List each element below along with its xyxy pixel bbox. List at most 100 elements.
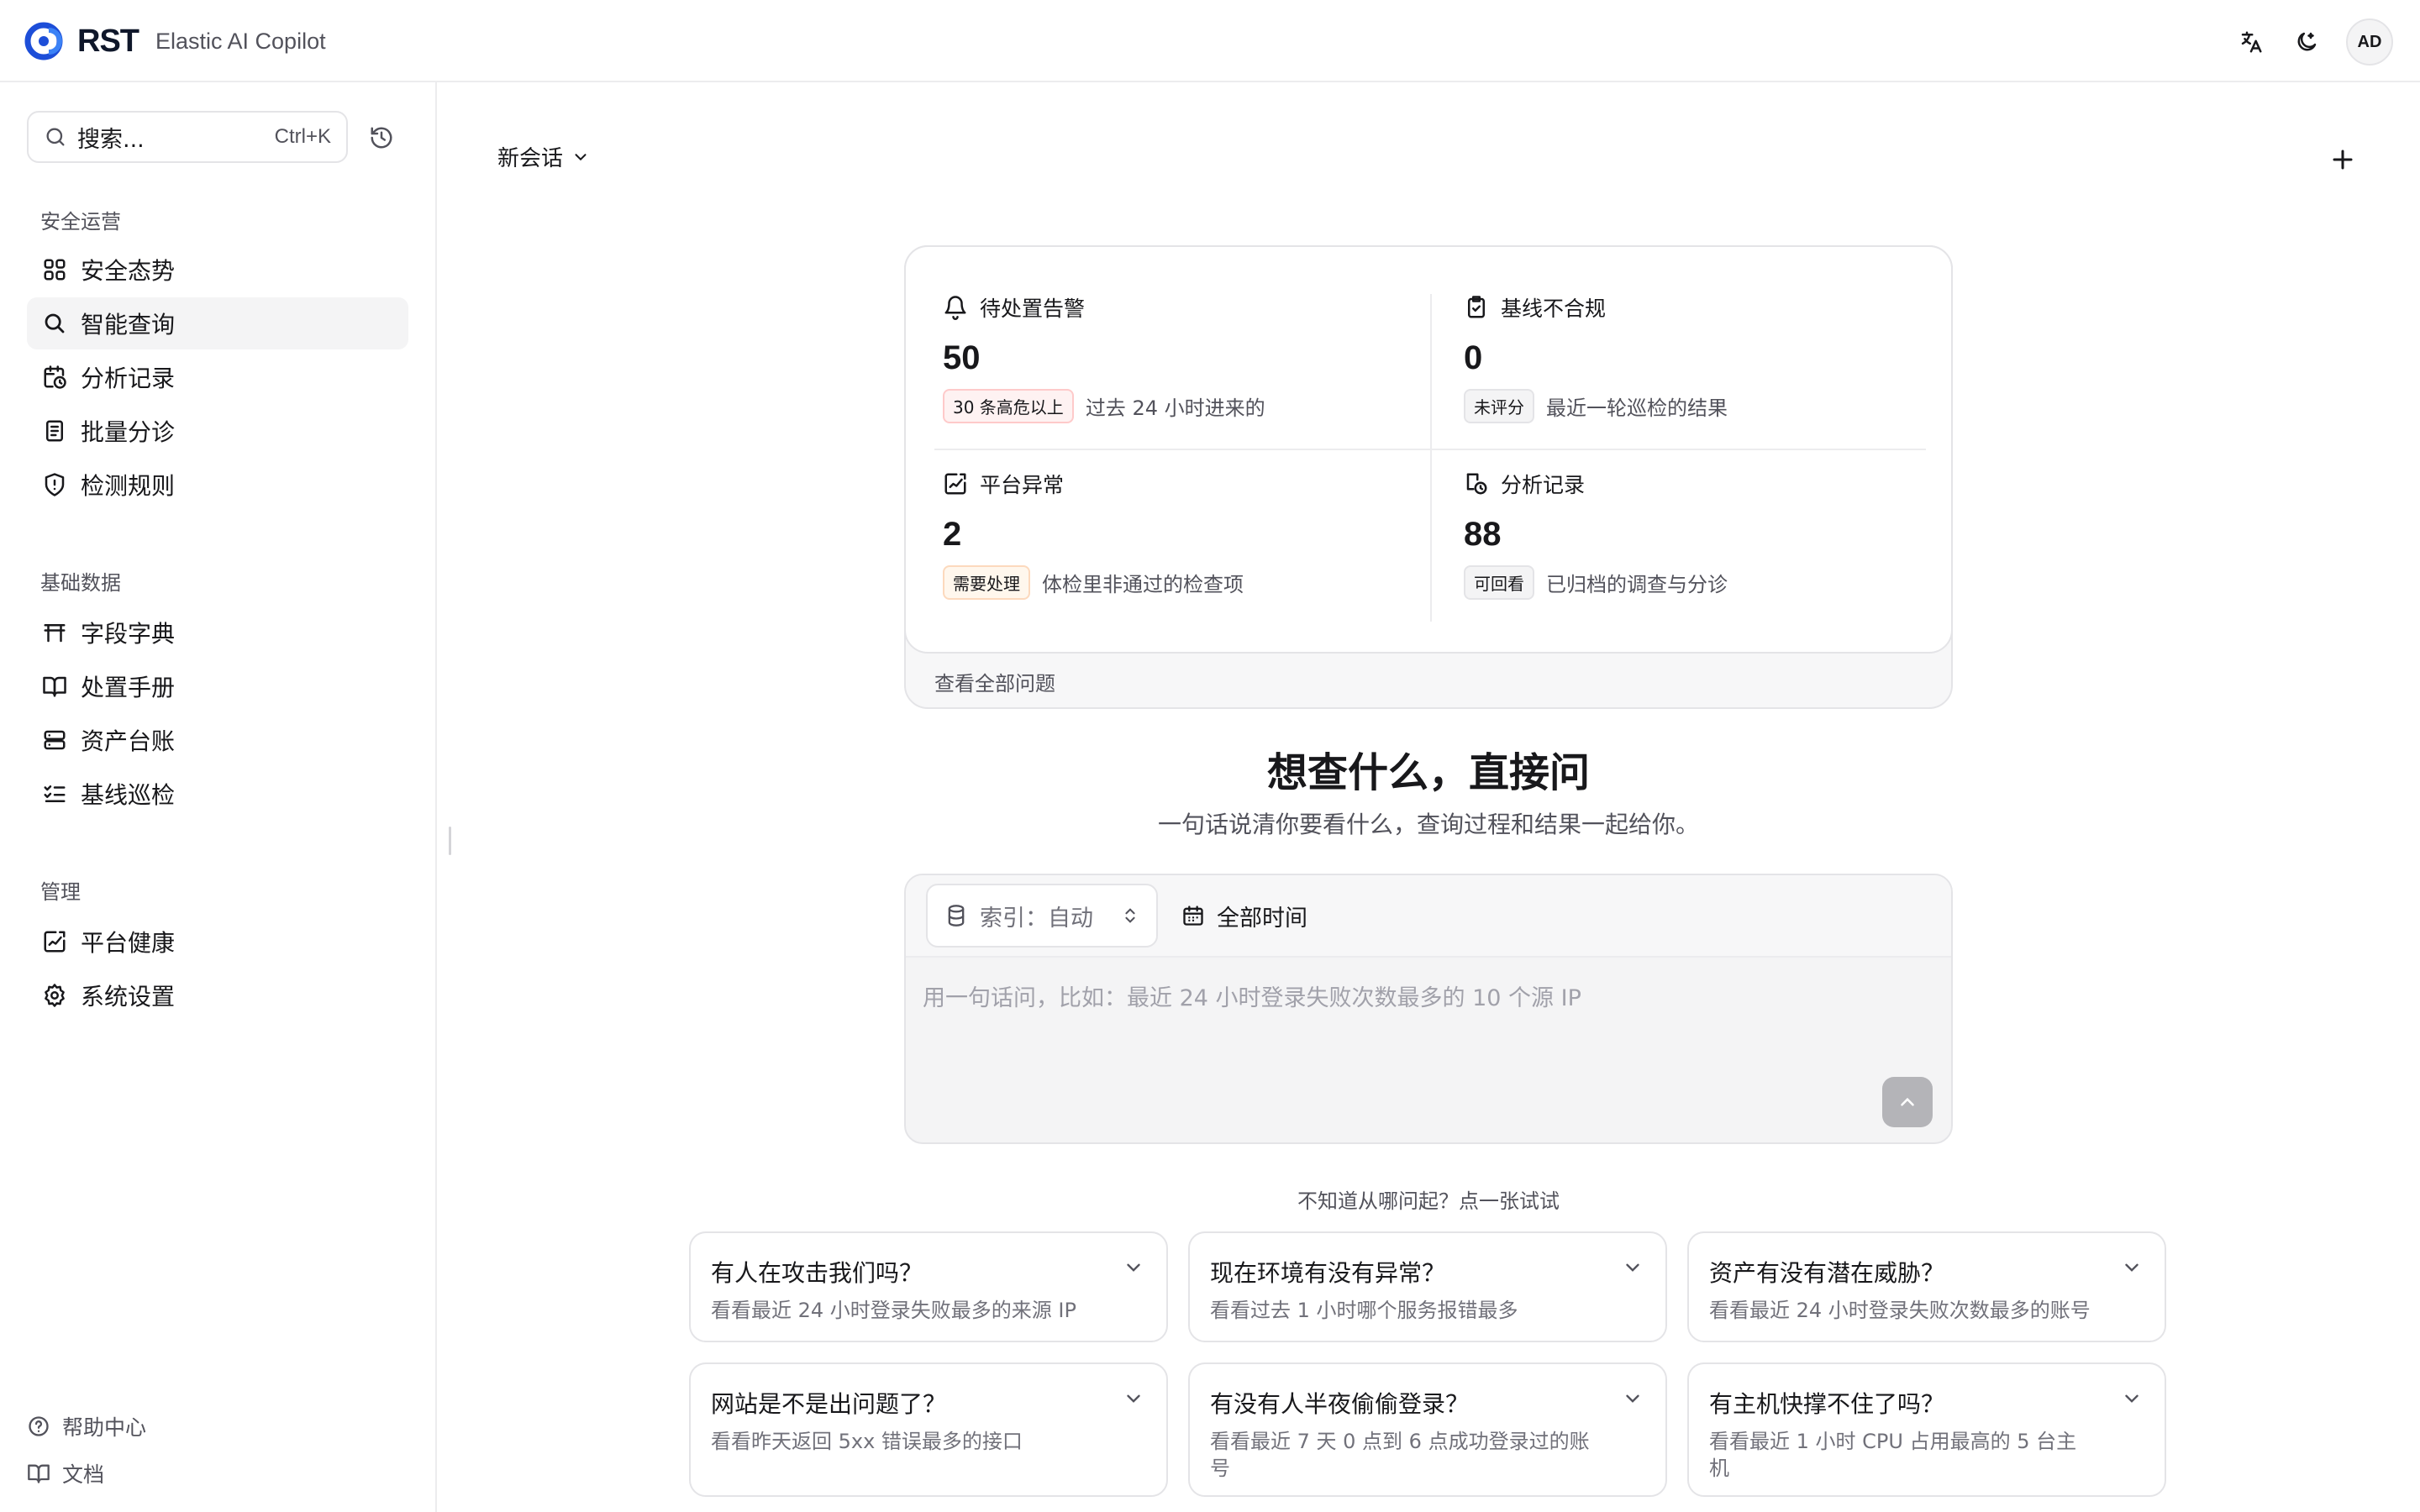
view-all-issues-link[interactable]: 查看全部问题 (934, 667, 1055, 696)
new-chat-button[interactable] (2323, 139, 2363, 180)
logo-icon (24, 22, 63, 60)
table-icon (40, 618, 69, 647)
brand-subtitle: Elastic AI Copilot (155, 28, 326, 54)
help-center-label: 帮助中心 (62, 1415, 147, 1440)
send-button[interactable] (1882, 1077, 1933, 1127)
sidebar-item-label: 字段字典 (81, 620, 176, 648)
sidebar-item-label: 检测规则 (81, 472, 176, 500)
prompt-card-desc: 看看最近 24 小时登录失败最多的来源 IP (711, 1299, 1076, 1322)
overview-panel: 待处置告警 50 30 条高危以上 过去 24 小时进来的 基线不合规 0 未评… (904, 245, 1953, 709)
prompt-card[interactable]: 现在环境有没有异常？ 看看过去 1 小时哪个服务报错最多 (1188, 1231, 1667, 1342)
brand-name: RST (77, 23, 139, 59)
stat-value: 0 (1464, 339, 1483, 376)
sidebar-item-label: 分析记录 (81, 365, 176, 392)
chevron-down-icon (1127, 1263, 1140, 1272)
prompt-card-title: 有人在攻击我们吗？ (711, 1259, 923, 1287)
help-center-link[interactable]: 帮助中心 (27, 1410, 146, 1443)
sidebar-item-baseline-inspection[interactable]: 基线巡检 (27, 768, 408, 820)
query-composer: 索引：自动 全部时间 (904, 874, 1953, 1144)
sidebar-item-label: 安全态势 (81, 257, 176, 285)
clipboard-check-icon (1468, 296, 1485, 318)
prompt-card-title: 网站是不是出问题了？ (711, 1390, 947, 1418)
section-label-admin: 管理 (40, 880, 81, 904)
history-list-icon (1466, 473, 1487, 495)
stat-badge: 可回看 (1464, 565, 1534, 600)
brand[interactable]: RST Elastic AI Copilot (24, 18, 326, 64)
sidebar-item-label: 智能查询 (81, 311, 176, 339)
stat-badge: 需要处理 (943, 565, 1030, 600)
query-input[interactable] (923, 973, 1931, 1023)
clipboard-list-icon (40, 417, 69, 445)
stat-pending-alerts[interactable]: 待处置告警 50 30 条高危以上 过去 24 小时进来的 (943, 292, 1413, 423)
chevron-down-icon (1127, 1394, 1140, 1403)
gear-icon (40, 981, 69, 1010)
prompt-card[interactable]: 有没有人半夜偷偷登录？ 看看最近 7 天 0 点到 6 点成功登录过的账号 (1188, 1362, 1667, 1497)
chevron-down-icon (575, 153, 587, 160)
theme-toggle-icon[interactable] (2291, 26, 2323, 58)
top-actions: AD (2235, 18, 2393, 66)
top-bar: RST Elastic AI Copilot AD (0, 0, 2420, 82)
prompt-card[interactable]: 有人在攻击我们吗？ 看看最近 24 小时登录失败最多的来源 IP (689, 1231, 1168, 1342)
index-select[interactable]: 索引：自动 (926, 884, 1158, 948)
sidebar-resize-handle[interactable] (449, 827, 451, 855)
prompt-card[interactable]: 网站是不是出问题了？ 看看昨天返回 5xx 错误最多的接口 (689, 1362, 1168, 1497)
sidebar-item-detection-rules[interactable]: 检测规则 (27, 459, 408, 511)
overview-card: 待处置告警 50 30 条高危以上 过去 24 小时进来的 基线不合规 0 未评… (904, 245, 1953, 654)
prompt-card[interactable]: 有主机快撑不住了吗？ 看看最近 1 小时 CPU 占用最高的 5 台主机 (1687, 1362, 2166, 1497)
sidebar-item-platform-health[interactable]: 平台健康 (27, 916, 408, 968)
sidebar-item-field-dictionary[interactable]: 字段字典 (27, 606, 408, 659)
stat-value: 88 (1464, 516, 1502, 553)
chevron-up-icon (1901, 1097, 1914, 1106)
stat-analysis-records[interactable]: 分析记录 88 可回看 已归档的调查与分诊 (1464, 469, 1934, 600)
stat-title: 基线不合规 (1501, 297, 1607, 321)
search-input[interactable]: 搜索... (77, 121, 275, 154)
stat-desc: 已归档的调查与分诊 (1546, 573, 1728, 596)
sidebar-item-label: 系统设置 (81, 983, 176, 1011)
time-range-button[interactable]: 全部时间 (1181, 884, 1307, 948)
prompt-card-title: 有没有人半夜偷偷登录？ (1210, 1390, 1470, 1418)
stat-desc: 过去 24 小时进来的 (1085, 396, 1265, 420)
stat-badge: 未评分 (1464, 389, 1534, 423)
prompt-card-title: 资产有没有潜在威胁？ (1709, 1259, 1945, 1287)
help-circle-icon (29, 1416, 49, 1436)
prompt-card-desc: 看看最近 7 天 0 点到 6 点成功登录过的账号 (1210, 1430, 1590, 1480)
sidebar-item-analysis-records[interactable]: 分析记录 (27, 351, 408, 403)
server-icon (40, 726, 69, 754)
search-shortcut: Ctrl+K (274, 125, 331, 148)
chevron-down-icon (2125, 1263, 2139, 1272)
translate-icon[interactable] (2235, 26, 2267, 58)
sidebar-item-smart-query[interactable]: 智能查询 (27, 297, 408, 349)
composer-toolbar: 索引：自动 全部时间 (906, 875, 1951, 958)
history-icon[interactable] (365, 121, 398, 155)
sidebar-item-batch-triage[interactable]: 批量分诊 (27, 405, 408, 457)
sidebar-item-playbook[interactable]: 处置手册 (27, 660, 408, 712)
sidebar-item-dashboard[interactable]: 安全态势 (27, 244, 408, 296)
hero-subtitle: 一句话说清你要看什么，查询过程和结果一起给你。 (1157, 811, 1699, 838)
stat-desc: 体检里非通过的检查项 (1042, 573, 1244, 596)
sidebar-item-settings[interactable]: 系统设置 (27, 969, 408, 1021)
docs-link[interactable]: 文档 (27, 1457, 104, 1490)
stat-baseline-noncompliant[interactable]: 基线不合规 0 未评分 最近一轮巡检的结果 (1464, 292, 1934, 423)
sidebar-item-label: 平台健康 (81, 929, 176, 957)
session-selector[interactable]: 新会话 (497, 141, 590, 172)
grid-icon (40, 255, 69, 284)
bell-icon (944, 296, 966, 320)
chevron-down-icon (1626, 1394, 1639, 1403)
session-label: 新会话 (497, 146, 564, 171)
calendar-clock-icon (40, 363, 69, 391)
plus-icon (2333, 150, 2353, 170)
prompt-card-title: 有主机快撑不住了吗？ (1709, 1390, 1945, 1418)
list-checks-icon (40, 780, 69, 808)
avatar[interactable]: AD (2346, 18, 2393, 66)
sidebar-item-label: 批量分诊 (81, 418, 176, 446)
divider (934, 449, 1926, 450)
shield-alert-icon (40, 470, 69, 499)
sidebar-item-asset-ledger[interactable]: 资产台账 (27, 714, 408, 766)
stat-platform-anomalies[interactable]: 平台异常 2 需要处理 体检里非通过的检查项 (943, 469, 1413, 600)
stat-title: 平台异常 (980, 473, 1065, 497)
prompt-card[interactable]: 资产有没有潜在威胁？ 看看最近 24 小时登录失败次数最多的账号 (1687, 1231, 2166, 1342)
book-open-icon (40, 672, 69, 701)
search-box[interactable]: 搜索... Ctrl+K (27, 111, 348, 163)
stat-desc: 最近一轮巡检的结果 (1546, 396, 1728, 420)
database-icon (948, 905, 965, 927)
